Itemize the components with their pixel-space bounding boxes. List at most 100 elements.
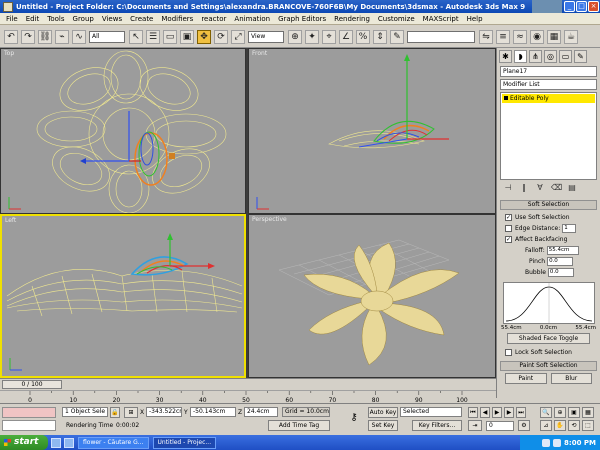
menu-item-rendering[interactable]: Rendering [330, 15, 374, 23]
menu-item-maxscript[interactable]: MAXScript [419, 15, 463, 23]
spinner-snap-icon[interactable]: ⇕ [373, 29, 387, 44]
blur-button[interactable]: Blur [550, 373, 592, 384]
modifier-list-dropdown[interactable]: Modifier List [500, 79, 597, 90]
menu-item-views[interactable]: Views [98, 15, 126, 23]
hierarchy-tab-icon[interactable]: ⋔ [529, 49, 542, 63]
select-and-move-icon[interactable]: ✥ [197, 29, 211, 44]
maximize-viewport-icon[interactable]: ⬚ [582, 420, 594, 431]
named-selection-dropdown[interactable] [407, 30, 475, 43]
lock-soft-selection-checkbox[interactable] [505, 349, 512, 356]
viewport-perspective[interactable]: Perspective [248, 214, 496, 378]
add-time-tag-button[interactable]: Add Time Tag [268, 420, 330, 431]
zoom-all-icon[interactable]: ⊕ [554, 407, 566, 418]
tray-volume-icon[interactable] [553, 438, 562, 447]
time-configuration-icon[interactable]: ⚙ [518, 420, 530, 431]
viewport-label-top[interactable]: Top [4, 50, 14, 57]
quick-launch-icon[interactable] [51, 437, 61, 448]
named-selection-icon[interactable]: ✎ [390, 29, 404, 44]
pivot-center-icon[interactable]: ⊕ [288, 29, 302, 44]
manipulate-icon[interactable]: ✦ [305, 29, 319, 44]
lock-selection-icon[interactable]: 🔒 [110, 407, 120, 418]
menu-item-tools[interactable]: Tools [43, 15, 68, 23]
close-button[interactable]: × [588, 1, 599, 12]
previous-frame-icon[interactable]: ◀ [480, 407, 490, 418]
field-of-view-icon[interactable]: ⊿ [540, 420, 552, 431]
zoom-extents-all-icon[interactable]: ▦ [582, 407, 594, 418]
snap-toggle-icon[interactable]: ⌖ [322, 29, 336, 44]
angle-snap-icon[interactable]: ∠ [339, 29, 353, 44]
menu-item-edit[interactable]: Edit [22, 15, 44, 23]
select-by-name-icon[interactable]: ☰ [146, 29, 160, 44]
pan-view-icon[interactable]: ✋ [554, 420, 566, 431]
menu-item-group[interactable]: Group [69, 15, 98, 23]
menu-item-create[interactable]: Create [126, 15, 157, 23]
viewport-label-perspective[interactable]: Perspective [252, 216, 287, 223]
select-object-icon[interactable]: ↖ [129, 29, 143, 44]
task-button-browser[interactable]: flower - Căutare G... [78, 436, 149, 449]
align-icon[interactable]: ≡ [496, 29, 510, 44]
key-mode-toggle-icon[interactable]: ⇥ [468, 420, 482, 431]
motion-tab-icon[interactable]: ◎ [544, 49, 557, 63]
display-tab-icon[interactable]: ▭ [559, 49, 572, 63]
maxscript-listener-mini[interactable] [2, 407, 56, 418]
redo-icon[interactable]: ↷ [21, 29, 35, 44]
edge-distance-checkbox[interactable] [505, 225, 512, 232]
menu-item-graph-editors[interactable]: Graph Editors [274, 15, 330, 23]
zoom-icon[interactable]: 🔍 [540, 407, 552, 418]
mirror-icon[interactable]: ⇋ [479, 29, 493, 44]
minimize-button[interactable]: _ [564, 1, 575, 12]
auto-key-button[interactable]: Auto Key [368, 407, 398, 418]
percent-snap-icon[interactable]: % [356, 29, 370, 44]
selection-filter-dropdown[interactable]: All [89, 30, 125, 43]
menu-item-modifiers[interactable]: Modifiers [157, 15, 197, 23]
render-setup-icon[interactable]: ▦ [547, 29, 561, 44]
material-editor-icon[interactable]: ◉ [530, 29, 544, 44]
time-slider[interactable]: 0 / 100 [2, 380, 62, 389]
paint-button[interactable]: Paint [505, 373, 547, 384]
track-bar[interactable]: 0 10 20 30 40 50 60 70 80 90 100 [0, 390, 496, 404]
window-crossing-icon[interactable]: ▣ [180, 29, 194, 44]
arc-rotate-icon[interactable]: ⟲ [568, 420, 580, 431]
reference-coord-dropdown[interactable]: View [248, 30, 284, 43]
viewport-label-front[interactable]: Front [252, 50, 267, 57]
zoom-extents-icon[interactable]: ▣ [568, 407, 580, 418]
edge-distance-spinner[interactable]: 1 [562, 224, 577, 233]
undo-icon[interactable]: ↶ [4, 29, 18, 44]
show-end-result-icon[interactable]: ‖ [519, 183, 529, 193]
pin-stack-icon[interactable]: ⊣ [503, 183, 513, 193]
start-button[interactable]: start [0, 435, 48, 450]
absolute-mode-icon[interactable]: ⊞ [124, 407, 138, 418]
stack-item-editable-poly[interactable]: Editable Poly [502, 94, 595, 103]
menu-item-customize[interactable]: Customize [374, 15, 419, 23]
create-tab-icon[interactable]: ✱ [499, 49, 512, 63]
next-frame-icon[interactable]: ▶ [504, 407, 514, 418]
pinch-spinner[interactable]: 0.0 [547, 257, 574, 266]
selected-set-dropdown[interactable]: Selected [400, 407, 462, 417]
menu-item-help[interactable]: Help [463, 15, 487, 23]
task-button-3dsmax[interactable]: Untitled - Projec... [152, 436, 217, 449]
maximize-button[interactable]: □ [576, 1, 587, 12]
unlink-icon[interactable]: ⌁ [55, 29, 69, 44]
current-frame-field[interactable]: 0 [486, 421, 514, 431]
falloff-spinner[interactable]: 55.4cm [546, 246, 579, 255]
go-to-end-icon[interactable]: ⏭ [516, 407, 526, 418]
viewport-left[interactable]: Left [0, 214, 246, 378]
viewport-top[interactable]: Top [0, 48, 246, 214]
quick-launch-browser-icon[interactable] [64, 437, 74, 448]
menu-item-animation[interactable]: Animation [230, 15, 274, 23]
remove-modifier-icon[interactable]: ⌫ [551, 183, 562, 193]
tray-network-icon[interactable] [542, 438, 551, 447]
select-and-link-icon[interactable]: ⛓ [38, 29, 52, 44]
bind-space-warp-icon[interactable]: ∿ [72, 29, 86, 44]
bubble-spinner[interactable]: 0.0 [547, 268, 574, 277]
menu-item-file[interactable]: File [2, 15, 22, 23]
affect-backfacing-checkbox[interactable]: ✓ [505, 236, 512, 243]
go-to-start-icon[interactable]: ⏮ [468, 407, 478, 418]
time-slider-track[interactable]: 0 / 100 [0, 378, 496, 390]
quick-render-icon[interactable]: ☕ [564, 29, 578, 44]
play-icon[interactable]: ▶ [492, 407, 502, 418]
rect-selection-icon[interactable]: ▭ [163, 29, 177, 44]
select-and-rotate-icon[interactable]: ⟳ [214, 29, 228, 44]
use-soft-selection-checkbox[interactable]: ✓ [505, 214, 512, 221]
maxscript-input-mini[interactable] [2, 420, 56, 431]
